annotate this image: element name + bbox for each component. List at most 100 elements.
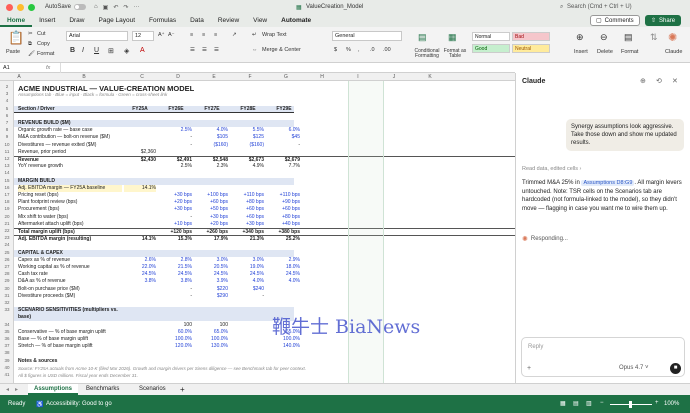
cell-value[interactable] [160, 185, 192, 192]
sheet-tab-assumptions[interactable]: Assumptions [28, 384, 79, 395]
cell-value[interactable]: 24.5% [160, 271, 192, 278]
column-header[interactable]: F [232, 73, 268, 81]
conditional-formatting-icon[interactable]: ▤ [418, 32, 427, 43]
row-number[interactable]: 6 [0, 113, 14, 118]
format-painter-icon[interactable]: 🖌 [28, 51, 35, 57]
tab-home[interactable]: Home [0, 14, 33, 27]
style-good[interactable]: Good [472, 44, 510, 53]
cell-value[interactable]: 2.8% [160, 257, 192, 264]
cell-value[interactable] [124, 192, 156, 199]
column-header[interactable]: D [160, 73, 196, 81]
row-label[interactable]: Pricing reset (bps) [18, 192, 122, 199]
cell-value[interactable]: 21.5% [160, 264, 192, 271]
cell-value[interactable] [232, 329, 264, 336]
row-label[interactable] [18, 322, 122, 329]
paste-button[interactable]: Paste [6, 49, 20, 55]
column-header[interactable]: G [268, 73, 304, 81]
row-label[interactable]: Section / Driver [18, 106, 122, 113]
row-label[interactable]: Working capital as % of revenue [18, 264, 122, 271]
cell-value[interactable]: 14.1% [124, 236, 156, 243]
row-number[interactable]: 15 [0, 178, 14, 183]
row-number[interactable]: 13 [0, 163, 14, 168]
row-label[interactable]: Bolt-on purchase price ($M) [18, 286, 122, 293]
row-label[interactable]: REVENUE BUILD ($M) [18, 120, 122, 127]
formula-input[interactable] [60, 63, 500, 73]
zoom-in-icon[interactable]: + [655, 400, 659, 406]
cell-value[interactable]: +30 bps [160, 192, 192, 199]
row-label[interactable]: All $ figures in USD millions. Fiscal ye… [18, 372, 498, 379]
row-label[interactable]: ACME INDUSTRIAL — VALUE-CREATION MODEL [18, 84, 498, 91]
delete-cells-icon[interactable]: ⊖ [600, 32, 608, 43]
align-bottom-icon[interactable]: ≡ [214, 32, 217, 38]
cell-value[interactable]: 100.0% [196, 336, 228, 343]
row-label[interactable]: CAPITAL & CAPEX [18, 250, 122, 257]
row-number[interactable]: 23 [0, 235, 14, 240]
cell-value[interactable] [232, 343, 264, 350]
cell-value[interactable]: +90 bps [268, 199, 300, 206]
reply-input[interactable]: Reply [528, 344, 543, 350]
cell-value[interactable]: 17.9% [196, 236, 228, 243]
format-painter-button[interactable]: Format [37, 51, 54, 57]
row-label[interactable]: Stretch — % of base margin uplift [18, 343, 122, 350]
row-number[interactable]: 2 [0, 84, 14, 89]
underline-icon[interactable]: U [94, 47, 99, 54]
zoom-window-button[interactable] [28, 3, 35, 11]
cell-value[interactable]: ($160) [232, 142, 264, 149]
page-layout-icon[interactable]: ▤ [573, 400, 579, 407]
cell-value[interactable]: $240 [232, 286, 264, 293]
minimize-window-button[interactable] [17, 3, 24, 11]
cell-value[interactable]: - [268, 142, 300, 149]
number-format-select[interactable]: General [332, 31, 402, 41]
cell-value[interactable]: 19.0% [232, 264, 264, 271]
row-number[interactable]: 20 [0, 214, 14, 219]
row-number[interactable]: 19 [0, 206, 14, 211]
tab-view[interactable]: View [246, 14, 274, 27]
close-window-button[interactable] [6, 3, 13, 11]
cell-value[interactable]: 4.9% [232, 163, 264, 170]
insert-cells-icon[interactable]: ⊕ [576, 32, 584, 43]
row-label[interactable]: Plant footprint review (bps) [18, 199, 122, 206]
row-number[interactable]: 27 [0, 264, 14, 269]
paste-icon[interactable]: 📋 [8, 30, 24, 46]
cell-value[interactable]: $125 [232, 134, 264, 141]
cell-value[interactable]: 7.7% [268, 163, 300, 170]
spreadsheet-grid[interactable]: ACME INDUSTRIAL — VALUE-CREATION MODEL As… [14, 81, 515, 383]
cell-value[interactable]: 140.0% [268, 343, 300, 350]
cell-value[interactable]: 15.3% [160, 236, 192, 243]
row-number[interactable]: 32 [0, 300, 14, 305]
row-number[interactable]: 38 [0, 350, 14, 355]
cell-value[interactable]: 24.5% [268, 271, 300, 278]
bold-icon[interactable]: B [70, 47, 75, 54]
cell-value[interactable]: 4.0% [268, 278, 300, 285]
row-label[interactable]: Conservative — % of base margin uplift [18, 329, 122, 336]
cell-value[interactable] [232, 185, 264, 192]
wrap-text-button[interactable]: Wrap Text [262, 32, 287, 38]
cell-value[interactable]: - [160, 286, 192, 293]
cell-value[interactable]: +60 bps [232, 206, 264, 213]
align-left-icon[interactable]: ☰ [190, 47, 195, 53]
cell-value[interactable]: +110 bps [232, 192, 264, 199]
merge-center-button[interactable]: Merge & Center [262, 47, 301, 53]
cell-value[interactable] [268, 185, 300, 192]
cell-value[interactable]: 65.0% [196, 329, 228, 336]
accessibility-status[interactable]: Accessibility: Good to go [46, 401, 112, 407]
row-number[interactable]: 37 [0, 343, 14, 348]
row-number[interactable]: 5 [0, 106, 14, 111]
format-as-table-icon[interactable]: ▦ [448, 32, 457, 43]
row-label[interactable]: Cash tax rate [18, 271, 122, 278]
cell-value[interactable]: $220 [196, 286, 228, 293]
row-number[interactable]: 26 [0, 257, 14, 262]
cell-value[interactable]: - [160, 142, 192, 149]
fill-color-icon[interactable]: ◈ [124, 47, 129, 55]
search-input[interactable]: Search (Cmd + Ctrl + U) [567, 4, 632, 10]
column-header[interactable]: H [304, 73, 340, 81]
row-label[interactable]: MARGIN BUILD [18, 178, 122, 185]
cell-value[interactable]: +100 bps [196, 192, 228, 199]
cell-value[interactable]: - [160, 134, 192, 141]
align-center-icon[interactable]: ☰ [202, 47, 207, 53]
row-number[interactable]: 17 [0, 192, 14, 197]
cell-value[interactable]: 100 [196, 322, 228, 329]
claude-logo-icon[interactable]: ✺ [668, 31, 677, 44]
row-number[interactable]: 21 [0, 221, 14, 226]
currency-icon[interactable]: $ [334, 47, 337, 53]
